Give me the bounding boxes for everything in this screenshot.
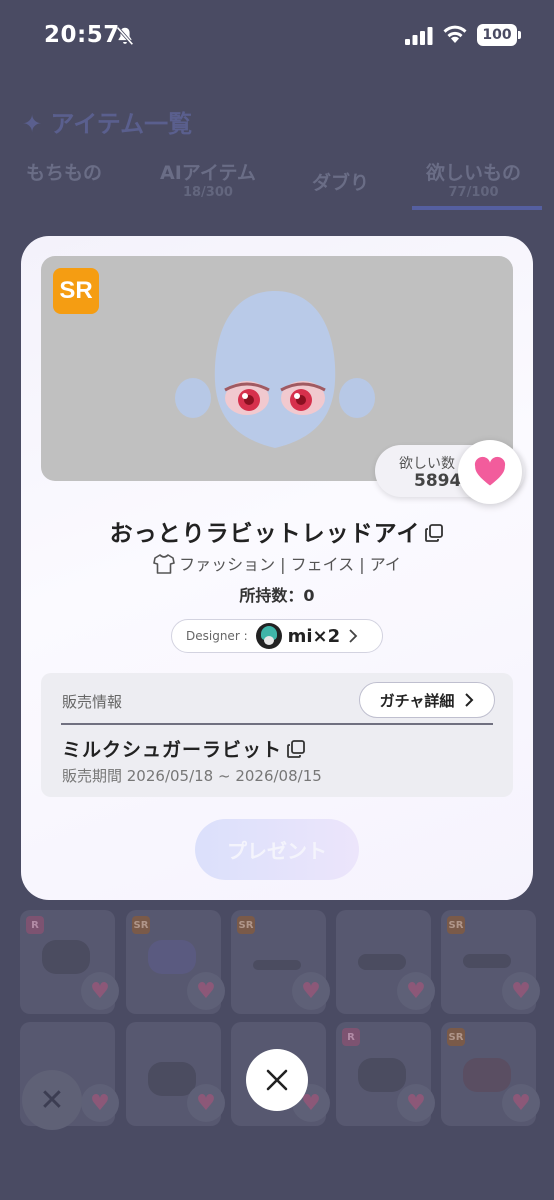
status-bar: 20:57 100 [0, 0, 554, 72]
cellular-signal-icon [405, 27, 433, 45]
tab-active-underline [412, 206, 542, 210]
item-detail-modal: SR 欲しい数 5894 おっとりラビットレッドアイ ファッション | フェイス… [21, 236, 533, 900]
wishlist-heart-button[interactable] [458, 440, 522, 504]
heart-icon[interactable]: ♥ [81, 972, 119, 1010]
item-card[interactable]: SR ♥ [126, 910, 225, 1014]
designer-avatar [255, 623, 282, 649]
item-card[interactable]: SR ♥ [441, 1022, 540, 1126]
copy-icon[interactable] [424, 523, 444, 543]
heart-icon[interactable]: ♥ [397, 1084, 435, 1122]
tab-ai-items[interactable]: AIアイテム 18/300 [160, 158, 256, 200]
heart-icon[interactable]: ♥ [81, 1084, 119, 1122]
item-name: おっとりラビットレッドアイ [109, 521, 421, 547]
bell-off-icon [116, 26, 134, 46]
item-category: ファッション | フェイス | アイ [21, 551, 533, 576]
category-text: ファッション | フェイス | アイ [179, 555, 401, 574]
sale-period: 販売期間 2026/05/18 ~ 2026/08/15 [62, 767, 322, 785]
heart-icon [474, 456, 506, 486]
item-card[interactable]: R ♥ [20, 910, 119, 1014]
shirt-icon [153, 553, 175, 574]
face-illustration [175, 291, 375, 448]
rarity-badge: SR [447, 1028, 465, 1046]
chevron-right-icon [349, 629, 358, 643]
item-title: おっとりラビットレッドアイ [21, 514, 533, 548]
background-close-icon: ✕ [22, 1070, 82, 1130]
designer-label: Designer : [186, 629, 248, 643]
wish-count-value: 5894 [414, 471, 462, 491]
item-thumbnail [148, 940, 196, 974]
rarity-badge: SR [53, 268, 99, 314]
sales-info-section: 販売情報 ガチャ詳細 ミルクシュガーラビット 販売期間 2026/05/18 ~… [41, 673, 513, 797]
heart-icon[interactable]: ♥ [292, 972, 330, 1010]
item-card[interactable]: ♥ [126, 1022, 225, 1126]
item-thumbnail [253, 960, 301, 970]
item-card[interactable]: SR ♥ [231, 910, 330, 1014]
heart-icon[interactable]: ♥ [187, 1084, 225, 1122]
divider [61, 723, 493, 725]
rarity-badge: R [26, 916, 44, 934]
sales-info-label: 販売情報 [62, 693, 123, 711]
rarity-badge: SR [132, 916, 150, 934]
designer-name: mi×2 [287, 625, 341, 647]
owned-count: 所持数：0 [239, 586, 315, 605]
close-icon [266, 1069, 288, 1091]
item-thumbnail [463, 1058, 511, 1092]
gacha-name: ミルクシュガーラビット [62, 735, 306, 762]
present-button[interactable]: プレゼント [195, 819, 359, 880]
gacha-details-label: ガチャ詳細 [379, 691, 455, 710]
page-title: ✦ アイテム一覧 [22, 110, 193, 138]
item-thumbnail [42, 940, 90, 974]
item-thumbnail [358, 954, 406, 970]
copy-icon[interactable] [286, 739, 306, 759]
tab-wishlist[interactable]: 欲しいもの 77/100 [426, 158, 521, 200]
chevron-right-icon [465, 693, 474, 707]
tab-duplicates[interactable]: ダブり [312, 168, 369, 195]
status-time: 20:57 [44, 22, 120, 48]
item-thumbnail [463, 954, 511, 968]
heart-icon[interactable]: ♥ [502, 972, 540, 1010]
rarity-badge: SR [237, 916, 255, 934]
item-card[interactable]: R ♥ [336, 1022, 435, 1126]
item-card[interactable]: SR ♥ [441, 910, 540, 1014]
heart-icon[interactable]: ♥ [397, 972, 435, 1010]
close-button[interactable] [246, 1049, 308, 1111]
battery-indicator: 100 [477, 24, 521, 46]
item-card[interactable]: ♥ [336, 910, 435, 1014]
item-thumbnail [148, 1062, 196, 1096]
rarity-badge: SR [447, 916, 465, 934]
heart-icon[interactable]: ♥ [187, 972, 225, 1010]
wish-count-label: 欲しい数 [399, 456, 455, 472]
rarity-badge: R [342, 1028, 360, 1046]
tab-owned[interactable]: もちもの [26, 158, 102, 185]
gacha-details-button[interactable]: ガチャ詳細 [359, 682, 495, 718]
tab-bar[interactable]: もちもの AIアイテム 18/300 ダブり 欲しいもの 77/100 [0, 150, 554, 210]
heart-icon[interactable]: ♥ [502, 1084, 540, 1122]
item-thumbnail [358, 1058, 406, 1092]
wifi-icon [443, 25, 467, 43]
designer-link[interactable]: Designer : mi×2 [171, 619, 383, 653]
